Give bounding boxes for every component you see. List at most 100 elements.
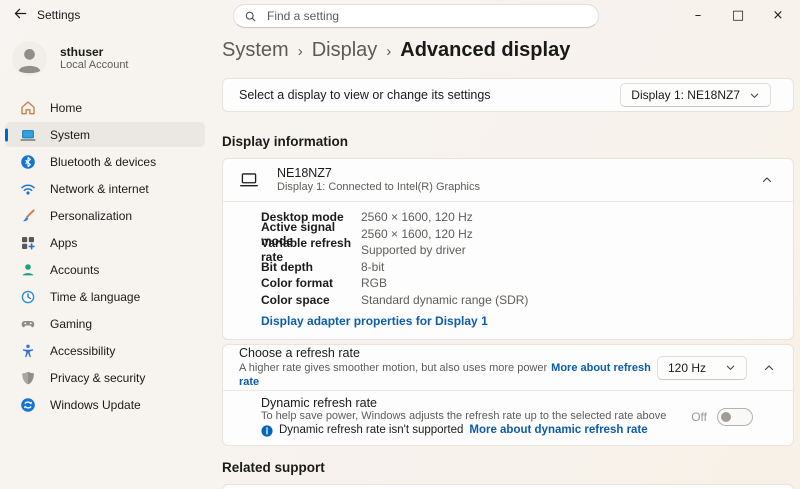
display-detail-row: Color formatRGB <box>261 275 777 292</box>
sidebar-item-system[interactable]: System <box>5 122 205 147</box>
sidebar-item-windows-update[interactable]: Windows Update <box>5 392 205 417</box>
minimize-button[interactable]: – <box>678 0 718 30</box>
detail-value: Supported by driver <box>361 243 466 257</box>
sidebar-item-apps[interactable]: Apps <box>5 230 205 255</box>
user-name: sthuser <box>60 45 129 59</box>
sidebar-item-label: Network & internet <box>50 182 149 196</box>
display-information-header: Display information <box>222 134 794 152</box>
sidebar-item-label: Privacy & security <box>50 371 145 385</box>
refresh-rate-subtitle: A higher rate gives smoother motion, but… <box>239 362 547 374</box>
refresh-rate-dropdown[interactable]: 120 Hz <box>657 356 747 380</box>
related-support-header: Related support <box>222 460 794 478</box>
detail-value: 2560 × 1600, 120 Hz <box>361 227 473 241</box>
back-button[interactable] <box>8 4 32 26</box>
sidebar-item-gaming[interactable]: Gaming <box>5 311 205 336</box>
privacy-icon <box>20 370 36 386</box>
bluetooth-icon <box>20 154 36 170</box>
chevron-down-icon <box>749 90 760 101</box>
display-selector-value: Display 1: NE18NZ7 <box>631 88 740 102</box>
network-icon <box>20 181 36 197</box>
detail-label: Color space <box>261 293 361 307</box>
breadcrumb-system[interactable]: System <box>222 39 289 62</box>
refresh-rate-header: Choose a refresh rate A higher rate give… <box>223 345 793 390</box>
sidebar: sthuser Local Account Home System Bluetoot… <box>0 30 210 489</box>
display-device-subtitle: Display 1: Connected to Intel(R) Graphic… <box>277 181 480 194</box>
back-arrow-icon <box>13 6 28 24</box>
collapse-refresh-rate-button[interactable] <box>755 354 783 382</box>
sidebar-item-network-internet[interactable]: Network & internet <box>5 176 205 201</box>
sidebar-item-label: Gaming <box>50 317 92 331</box>
sidebar-item-time-language[interactable]: Time & language <box>5 284 205 309</box>
sidebar-item-label: Accessibility <box>50 344 115 358</box>
display-selector-label: Select a display to view or change its s… <box>239 88 491 102</box>
dynamic-refresh-toggle-label: Off <box>691 410 707 424</box>
system-icon <box>20 127 36 143</box>
sidebar-item-privacy-security[interactable]: Privacy & security <box>5 365 205 390</box>
display-selector-dropdown[interactable]: Display 1: NE18NZ7 <box>620 83 771 107</box>
info-icon <box>261 425 273 437</box>
maximize-button[interactable]: □ <box>718 0 758 30</box>
titlebar: Settings – □ × <box>0 0 800 30</box>
sidebar-item-accounts[interactable]: Accounts <box>5 257 205 282</box>
toggle-knob <box>721 412 731 422</box>
window-controls: – □ × <box>678 0 798 30</box>
collapse-display-info-button[interactable] <box>753 166 781 194</box>
display-information-expander[interactable]: NE18NZ7 Display 1: Connected to Intel(R)… <box>223 159 793 201</box>
breadcrumb-separator: › <box>298 41 303 60</box>
sidebar-item-label: Apps <box>50 236 77 250</box>
breadcrumb-separator: › <box>386 41 391 60</box>
dynamic-refresh-rate-subtitle: To help save power, Windows adjusts the … <box>261 410 666 423</box>
detail-value: RGB <box>361 276 387 290</box>
breadcrumb-display[interactable]: Display <box>312 39 378 62</box>
sidebar-item-label: Personalization <box>50 209 132 223</box>
display-adapter-properties-link[interactable]: Display adapter properties for Display 1 <box>261 314 488 329</box>
display-information-card: NE18NZ7 Display 1: Connected to Intel(R)… <box>222 158 794 340</box>
close-button[interactable]: × <box>758 0 798 30</box>
related-support-card <box>222 484 794 489</box>
detail-label: Color format <box>261 276 361 290</box>
chevron-up-icon <box>763 362 775 374</box>
dynamic-refresh-rate-row: Dynamic refresh rate To help save power,… <box>223 391 793 445</box>
avatar <box>12 41 47 76</box>
windows-update-icon <box>20 397 36 413</box>
sidebar-item-label: Bluetooth & devices <box>50 155 156 169</box>
display-device-name: NE18NZ7 <box>277 166 480 181</box>
sidebar-nav: Home System Bluetooth & devices Network & i… <box>5 95 205 419</box>
refresh-rate-value: 120 Hz <box>668 361 706 375</box>
dynamic-refresh-rate-info-text: Dynamic refresh rate isn't supported <box>279 423 463 438</box>
sidebar-item-personalization[interactable]: Personalization <box>5 203 205 228</box>
search-input[interactable] <box>265 8 588 24</box>
display-detail-row: Variable refresh rateSupported by driver <box>261 242 777 259</box>
display-details: Desktop mode2560 × 1600, 120 HzActive si… <box>223 202 793 339</box>
page-title: Advanced display <box>400 39 570 62</box>
monitor-icon <box>238 169 260 191</box>
sidebar-item-label: Windows Update <box>50 398 141 412</box>
display-selector-card: Select a display to view or change its s… <box>222 78 794 112</box>
chevron-up-icon <box>761 174 773 186</box>
sidebar-item-label: Home <box>50 101 82 115</box>
detail-value: 8-bit <box>361 260 384 274</box>
accessibility-icon <box>20 343 36 359</box>
refresh-rate-title: Choose a refresh rate <box>239 346 657 361</box>
display-detail-row: Bit depth8-bit <box>261 259 777 276</box>
more-about-dynamic-refresh-rate-link[interactable]: More about dynamic refresh rate <box>469 423 647 438</box>
user-account-type: Local Account <box>60 59 129 72</box>
app-title: Settings <box>37 8 80 22</box>
search-icon <box>244 10 257 23</box>
detail-value: 2560 × 1600, 120 Hz <box>361 210 473 224</box>
breadcrumb: System › Display › Advanced display <box>222 37 794 63</box>
sidebar-item-bluetooth-devices[interactable]: Bluetooth & devices <box>5 149 205 174</box>
user-account[interactable]: sthuser Local Account <box>12 41 129 76</box>
sidebar-item-label: Time & language <box>50 290 140 304</box>
time-language-icon <box>20 289 36 305</box>
dynamic-refresh-toggle[interactable] <box>717 408 753 426</box>
search-box[interactable] <box>233 4 599 28</box>
dynamic-refresh-rate-title: Dynamic refresh rate <box>261 396 666 410</box>
settings-window: Settings – □ × sthuser Local Account Hom… <box>0 0 800 489</box>
display-detail-row: Color spaceStandard dynamic range (SDR) <box>261 292 777 309</box>
apps-icon <box>20 235 36 251</box>
sidebar-item-label: System <box>50 128 90 142</box>
home-icon <box>20 100 36 116</box>
sidebar-item-home[interactable]: Home <box>5 95 205 120</box>
sidebar-item-accessibility[interactable]: Accessibility <box>5 338 205 363</box>
